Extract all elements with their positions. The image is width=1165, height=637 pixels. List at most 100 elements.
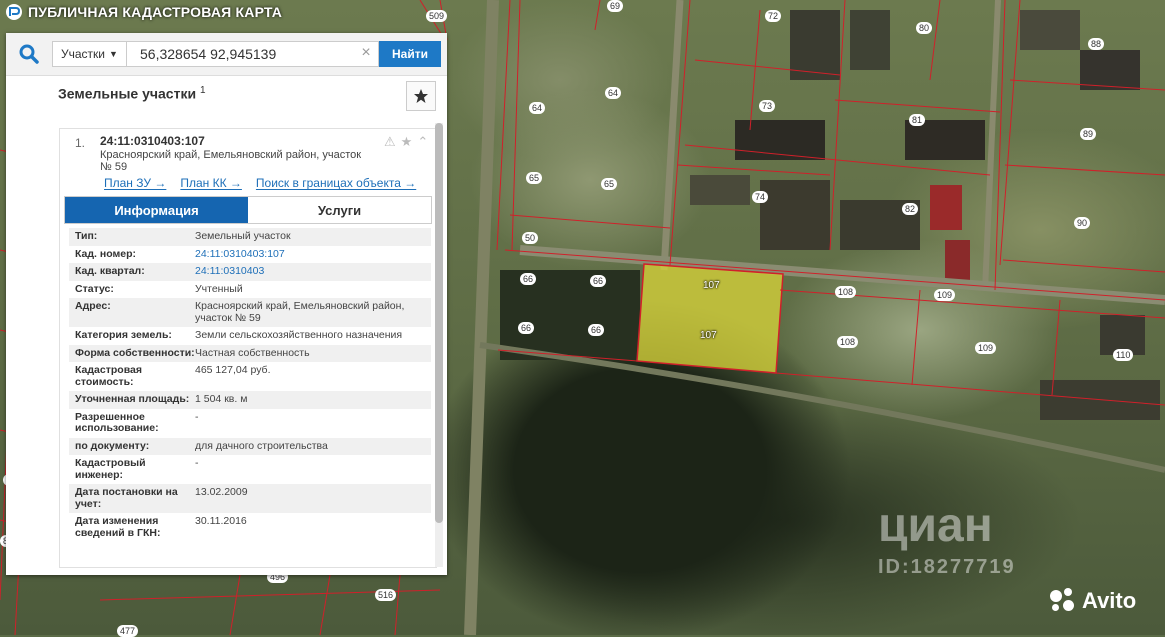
parcel-label: 65 <box>601 178 618 190</box>
scrollbar-thumb[interactable] <box>435 123 443 523</box>
properties-table: Тип: Земельный участок Кад. номер: 24:11:0… <box>69 228 431 542</box>
property-value: Учтенный <box>195 282 243 295</box>
parcel-label: 109 <box>934 289 956 301</box>
parcel-label: 108 <box>837 336 859 348</box>
chevron-up-icon[interactable]: ⌃ <box>417 134 428 150</box>
results-title-text: Земельные участки <box>58 85 197 102</box>
parcel-label: 74 <box>752 191 769 203</box>
property-key: Форма собственности: <box>75 346 195 359</box>
star-icon[interactable]: ★ <box>401 134 413 150</box>
property-value: для дачного строительства <box>195 439 328 452</box>
property-value: 465 127,04 руб. <box>195 364 271 376</box>
parcel-label: 516 <box>375 589 397 601</box>
cad-quarter-link[interactable]: 24:11:0310403 <box>195 265 425 278</box>
property-value: Красноярский край, Емельяновский район, … <box>195 300 405 324</box>
app-header: ПУБЛИЧНАЯ КАДАСТРОВАЯ КАРТА <box>0 0 282 24</box>
plan-kk-link[interactable]: План КК → <box>180 176 242 190</box>
tab-services[interactable]: Услуги <box>248 197 431 223</box>
warning-icon[interactable]: ⚠ <box>384 134 396 150</box>
parcel-label: 72 <box>765 10 782 22</box>
parcel-label: 65 <box>526 172 543 184</box>
property-key: Дата изменения сведений в ГКН: <box>75 515 161 539</box>
star-icon <box>414 89 428 103</box>
house-roof <box>760 180 830 250</box>
result-address: Красноярский край, Емельяновский район, … <box>100 149 362 173</box>
property-row: Разрешенное использование: - <box>69 409 431 438</box>
property-row: Кадастровый инженер: - <box>69 455 431 484</box>
avito-watermark: Avito <box>1050 588 1136 614</box>
road <box>464 0 499 635</box>
house-roof <box>1020 10 1080 50</box>
property-row: Дата изменения сведений в ГКН: 30.11.2016 <box>69 513 431 542</box>
card-links: План ЗУ → План КК → Поиск в границах объ… <box>104 176 416 190</box>
property-row: Кад. номер: 24:11:0310403:107 <box>69 246 431 264</box>
search-in-bounds-link[interactable]: Поиск в границах объекта → <box>256 176 416 190</box>
property-value: Земли сельскохозяйственного назначения <box>195 329 403 341</box>
property-value: 1 504 кв. м <box>195 393 248 405</box>
close-icon[interactable]: × <box>358 45 374 61</box>
avito-text: Avito <box>1082 588 1137 613</box>
results-scrollbar[interactable] <box>435 123 443 567</box>
property-value: Частная собственность <box>195 346 310 359</box>
avito-logo-icon <box>1050 588 1076 614</box>
house-roof <box>790 10 840 80</box>
dark-field <box>500 270 640 360</box>
house-roof <box>850 10 890 70</box>
app-logo-icon <box>6 4 22 20</box>
property-row: Уточненная площадь: 1 504 кв. м <box>69 391 431 409</box>
object-type-select[interactable]: Участки ▼ <box>52 41 127 67</box>
property-key: Категория земель: <box>75 329 172 341</box>
property-key: по документу: <box>75 439 150 452</box>
tab-info[interactable]: Информация <box>65 197 248 223</box>
cian-watermark: циан <box>878 499 993 552</box>
find-button[interactable]: Найти <box>379 41 441 67</box>
plan-zu-link[interactable]: План ЗУ → <box>104 176 166 190</box>
property-key: Статус: <box>75 282 114 295</box>
results-title: Земельные участки 1 <box>58 85 206 102</box>
property-key: Кад. квартал: <box>75 265 145 277</box>
property-row: Дата постановки на учет: 13.02.2009 <box>69 484 431 513</box>
parcel-label: 69 <box>607 0 624 12</box>
property-row: Статус: Учтенный <box>69 281 431 299</box>
parcel-label: 73 <box>759 100 776 112</box>
property-value: Земельный участок <box>195 230 291 242</box>
search-input[interactable] <box>127 41 379 67</box>
object-type-label: Участки <box>61 47 105 61</box>
app-title: ПУБЛИЧНАЯ КАДАСТРОВАЯ КАРТА <box>28 4 283 20</box>
search-panel: Участки ▼ × Найти Земельные участки 1 1.… <box>6 33 447 575</box>
property-key: Уточненная площадь: <box>75 393 190 405</box>
search-bar: Участки ▼ × Найти <box>6 33 447 76</box>
property-row: Категория земель: Земли сельскохозяйствен… <box>69 327 431 345</box>
house-roof <box>690 175 750 205</box>
search-icon[interactable] <box>18 43 40 65</box>
favorites-button[interactable] <box>406 81 436 111</box>
house-roof <box>905 120 985 160</box>
card-actions: ⚠ ★ ⌃ <box>384 134 428 150</box>
property-value: 13.02.2009 <box>195 486 248 498</box>
card-tabs: Информация Услуги <box>64 196 432 224</box>
cian-id-watermark: ID:18277719 <box>878 556 1016 578</box>
cad-number-link[interactable]: 24:11:0310403:107 <box>195 248 425 261</box>
house-roof <box>930 185 962 230</box>
cad-number-heading: 24:11:0310403:107 <box>100 134 205 148</box>
parcel-label: 108 <box>835 286 857 298</box>
result-card[interactable]: 1. 24:11:0310403:107 Красноярский край, … <box>59 128 437 568</box>
parcel-label: 509 <box>426 10 448 22</box>
road <box>660 0 684 271</box>
property-row: по документу: для дачного строительства <box>69 437 431 455</box>
property-value: 30.11.2016 <box>195 515 247 527</box>
parcel-label: 107 <box>703 280 720 291</box>
parcel-label: 80 <box>916 22 933 34</box>
parcel-label: 64 <box>605 87 622 99</box>
parcel-label: 107 <box>700 330 717 341</box>
parcel-label: 88 <box>1088 38 1105 50</box>
property-key: Разрешенное использование: <box>75 410 159 434</box>
parcel-label: 89 <box>1080 128 1097 140</box>
parcel-label: 110 <box>1113 349 1134 361</box>
house-roof <box>945 240 970 280</box>
parcel-label: 90 <box>1074 217 1091 229</box>
property-value: - <box>195 410 199 423</box>
property-row: Кад. квартал: 24:11:0310403 <box>69 263 431 281</box>
parcel-label: 66 <box>518 322 535 334</box>
property-key: Тип: <box>75 230 98 242</box>
